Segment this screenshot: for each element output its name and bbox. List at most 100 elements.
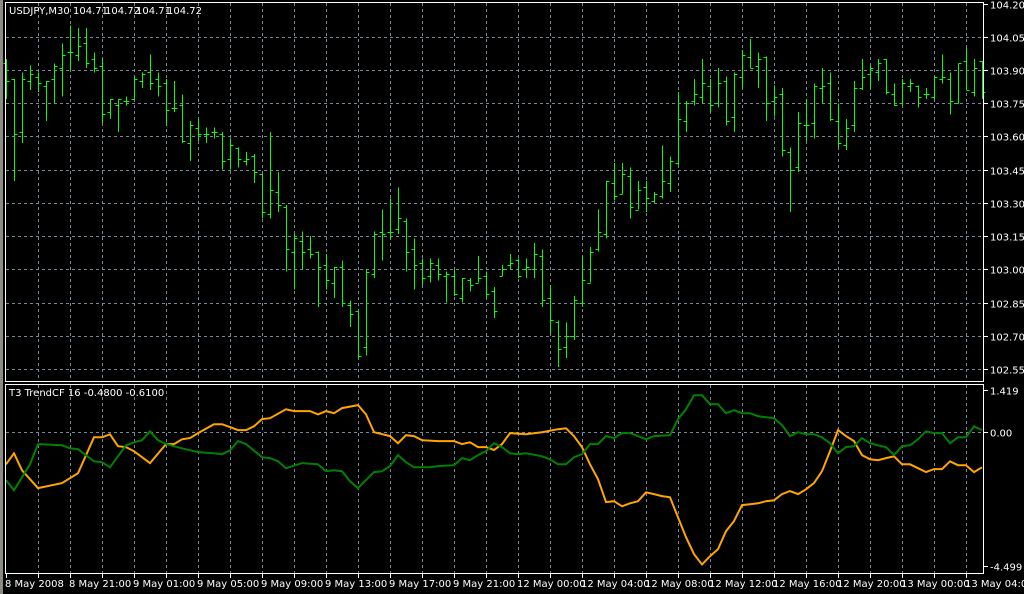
ohlc-bar: [267, 132, 274, 219]
ohlc-bar: [891, 83, 898, 106]
ohlc-bar: [899, 78, 906, 106]
indicator-tick-label: 1.419: [990, 387, 1019, 398]
ohlc-bar: [91, 52, 98, 73]
ohlc-bar: [931, 76, 938, 99]
price-tick-label: 102.55: [990, 366, 1024, 377]
ohlc-bar: [451, 269, 458, 296]
ohlc-bar: [227, 138, 234, 170]
price-axis[interactable]: 104.20 104.05 103.90 103.75 103.60 103.45 103.…: [984, 1, 1024, 377]
time-tick-label: 12 May 12:00: [709, 579, 778, 590]
ohlc-bar: [291, 233, 298, 290]
time-tick-label: 12 May 16:00: [773, 579, 842, 590]
ohlc-bar: [579, 256, 586, 307]
ohlc-bar: [923, 87, 930, 99]
price-tick-label: 103.60: [990, 133, 1024, 144]
time-tick-label: 12 May 04:00: [581, 579, 650, 590]
ohlc-bar: [547, 284, 554, 334]
ohlc-bar: [163, 78, 170, 126]
ohlc-bar: [219, 132, 226, 170]
ohlc-bar: [811, 83, 818, 139]
chart-window[interactable]: 104.20 104.05 103.90 103.75 103.60 103.45 103.…: [0, 0, 1024, 594]
ohlc-bar: [651, 191, 658, 203]
ohlc-bar: [299, 231, 306, 270]
time-tick-label: 12 May 20:00: [837, 579, 906, 590]
ohlc-bar: [19, 72, 26, 144]
ohlc-bar: [939, 54, 946, 84]
ohlc-bar: [83, 27, 90, 68]
ohlc-bar: [67, 25, 74, 71]
time-tick-label: 9 May 09:00: [261, 579, 323, 590]
ohlc-low: 104.71: [136, 6, 171, 17]
symbol-timeframe: USDJPY,M30: [9, 6, 70, 17]
ohlc-bar: [803, 98, 810, 141]
ohlc-bar: [835, 103, 842, 148]
ohlc-bar: [627, 167, 634, 219]
ohlc-bar: [347, 300, 354, 327]
time-tick-label: 8 May 21:00: [69, 579, 131, 590]
ohlc-bar: [715, 67, 722, 108]
price-tick-label: 102.70: [990, 333, 1024, 344]
ohlc-bar: [851, 81, 858, 133]
ohlc-bar: [467, 278, 474, 292]
ohlc-bar: [683, 101, 690, 133]
ohlc-bar: [459, 278, 466, 303]
time-axis[interactable]: 8 May 2008 8 May 21:00 9 May 01:00 9 May 05…: [5, 574, 1024, 590]
ohlc-bar: [443, 271, 450, 303]
ohlc-bar: [707, 78, 714, 113]
ohlc-bar: [499, 264, 506, 277]
ohlc-bar: [915, 85, 922, 108]
ohlc-bar: [515, 258, 522, 279]
price-tick-label: 103.90: [990, 67, 1024, 78]
price-tick-label: 103.75: [990, 100, 1024, 111]
ohlc-bar: [371, 231, 378, 279]
ohlc-bar: [363, 269, 370, 356]
ohlc-bar: [739, 50, 746, 88]
ohlc-bar: [883, 58, 890, 95]
ohlc-bar: [635, 180, 642, 211]
ohlc-bar: [275, 171, 282, 212]
time-tick-label: 9 May 01:00: [133, 579, 195, 590]
ohlc-bar: [35, 72, 42, 93]
ohlc-bar: [731, 72, 738, 133]
ohlc-bar: [387, 198, 394, 239]
ohlc-bar: [699, 58, 706, 104]
ohlc-bar: [379, 209, 386, 261]
ohlc-bar: [595, 209, 602, 252]
ohlc-bar: [779, 87, 786, 157]
ohlc-bar: [259, 174, 266, 219]
ohlc-bar: [195, 118, 202, 141]
time-tick-label: 12 May 08:00: [645, 579, 714, 590]
ohlc-bar: [355, 311, 362, 358]
price-tick-label: 103.45: [990, 167, 1024, 178]
ohlc-bar: [571, 295, 578, 341]
indicator-pane-frame: [5, 384, 984, 574]
price-tick-label: 103.15: [990, 233, 1024, 244]
ohlc-close: 104.72: [167, 6, 202, 17]
ohlc-bar: [659, 145, 666, 199]
ohlc-bar: [123, 96, 130, 106]
main-pane-frame: [5, 2, 984, 382]
ohlc-bar: [243, 151, 250, 166]
ohlc-bar: [395, 187, 402, 234]
ohlc-bar: [955, 63, 962, 104]
price-tick-label: 103.00: [990, 266, 1024, 277]
ohlc-bar: [819, 67, 826, 104]
ohlc-bar: [11, 78, 18, 181]
time-tick-label: 9 May 17:00: [389, 579, 451, 590]
time-tick-label: 12 May 00:00: [517, 579, 586, 590]
ohlc-bar: [795, 112, 802, 172]
ohlc-bar: [315, 251, 322, 307]
ohlc-bar: [307, 236, 314, 259]
ohlc-bar: [43, 81, 50, 121]
ohlc-bar: [667, 156, 674, 192]
ohlc-bar: [235, 147, 242, 168]
ohlc-bar: [155, 72, 162, 97]
ohlc-high: 104.72: [105, 6, 140, 17]
ohlc-bar: [555, 320, 562, 367]
price-tick-label: 104.20: [990, 1, 1024, 12]
ohlc-bar: [907, 78, 914, 93]
indicator-lines: [5, 394, 983, 567]
price-tick-label: 104.05: [990, 34, 1024, 45]
ohlc-bar: [107, 98, 114, 119]
time-tick-label: 13 May 04:00: [965, 579, 1024, 590]
